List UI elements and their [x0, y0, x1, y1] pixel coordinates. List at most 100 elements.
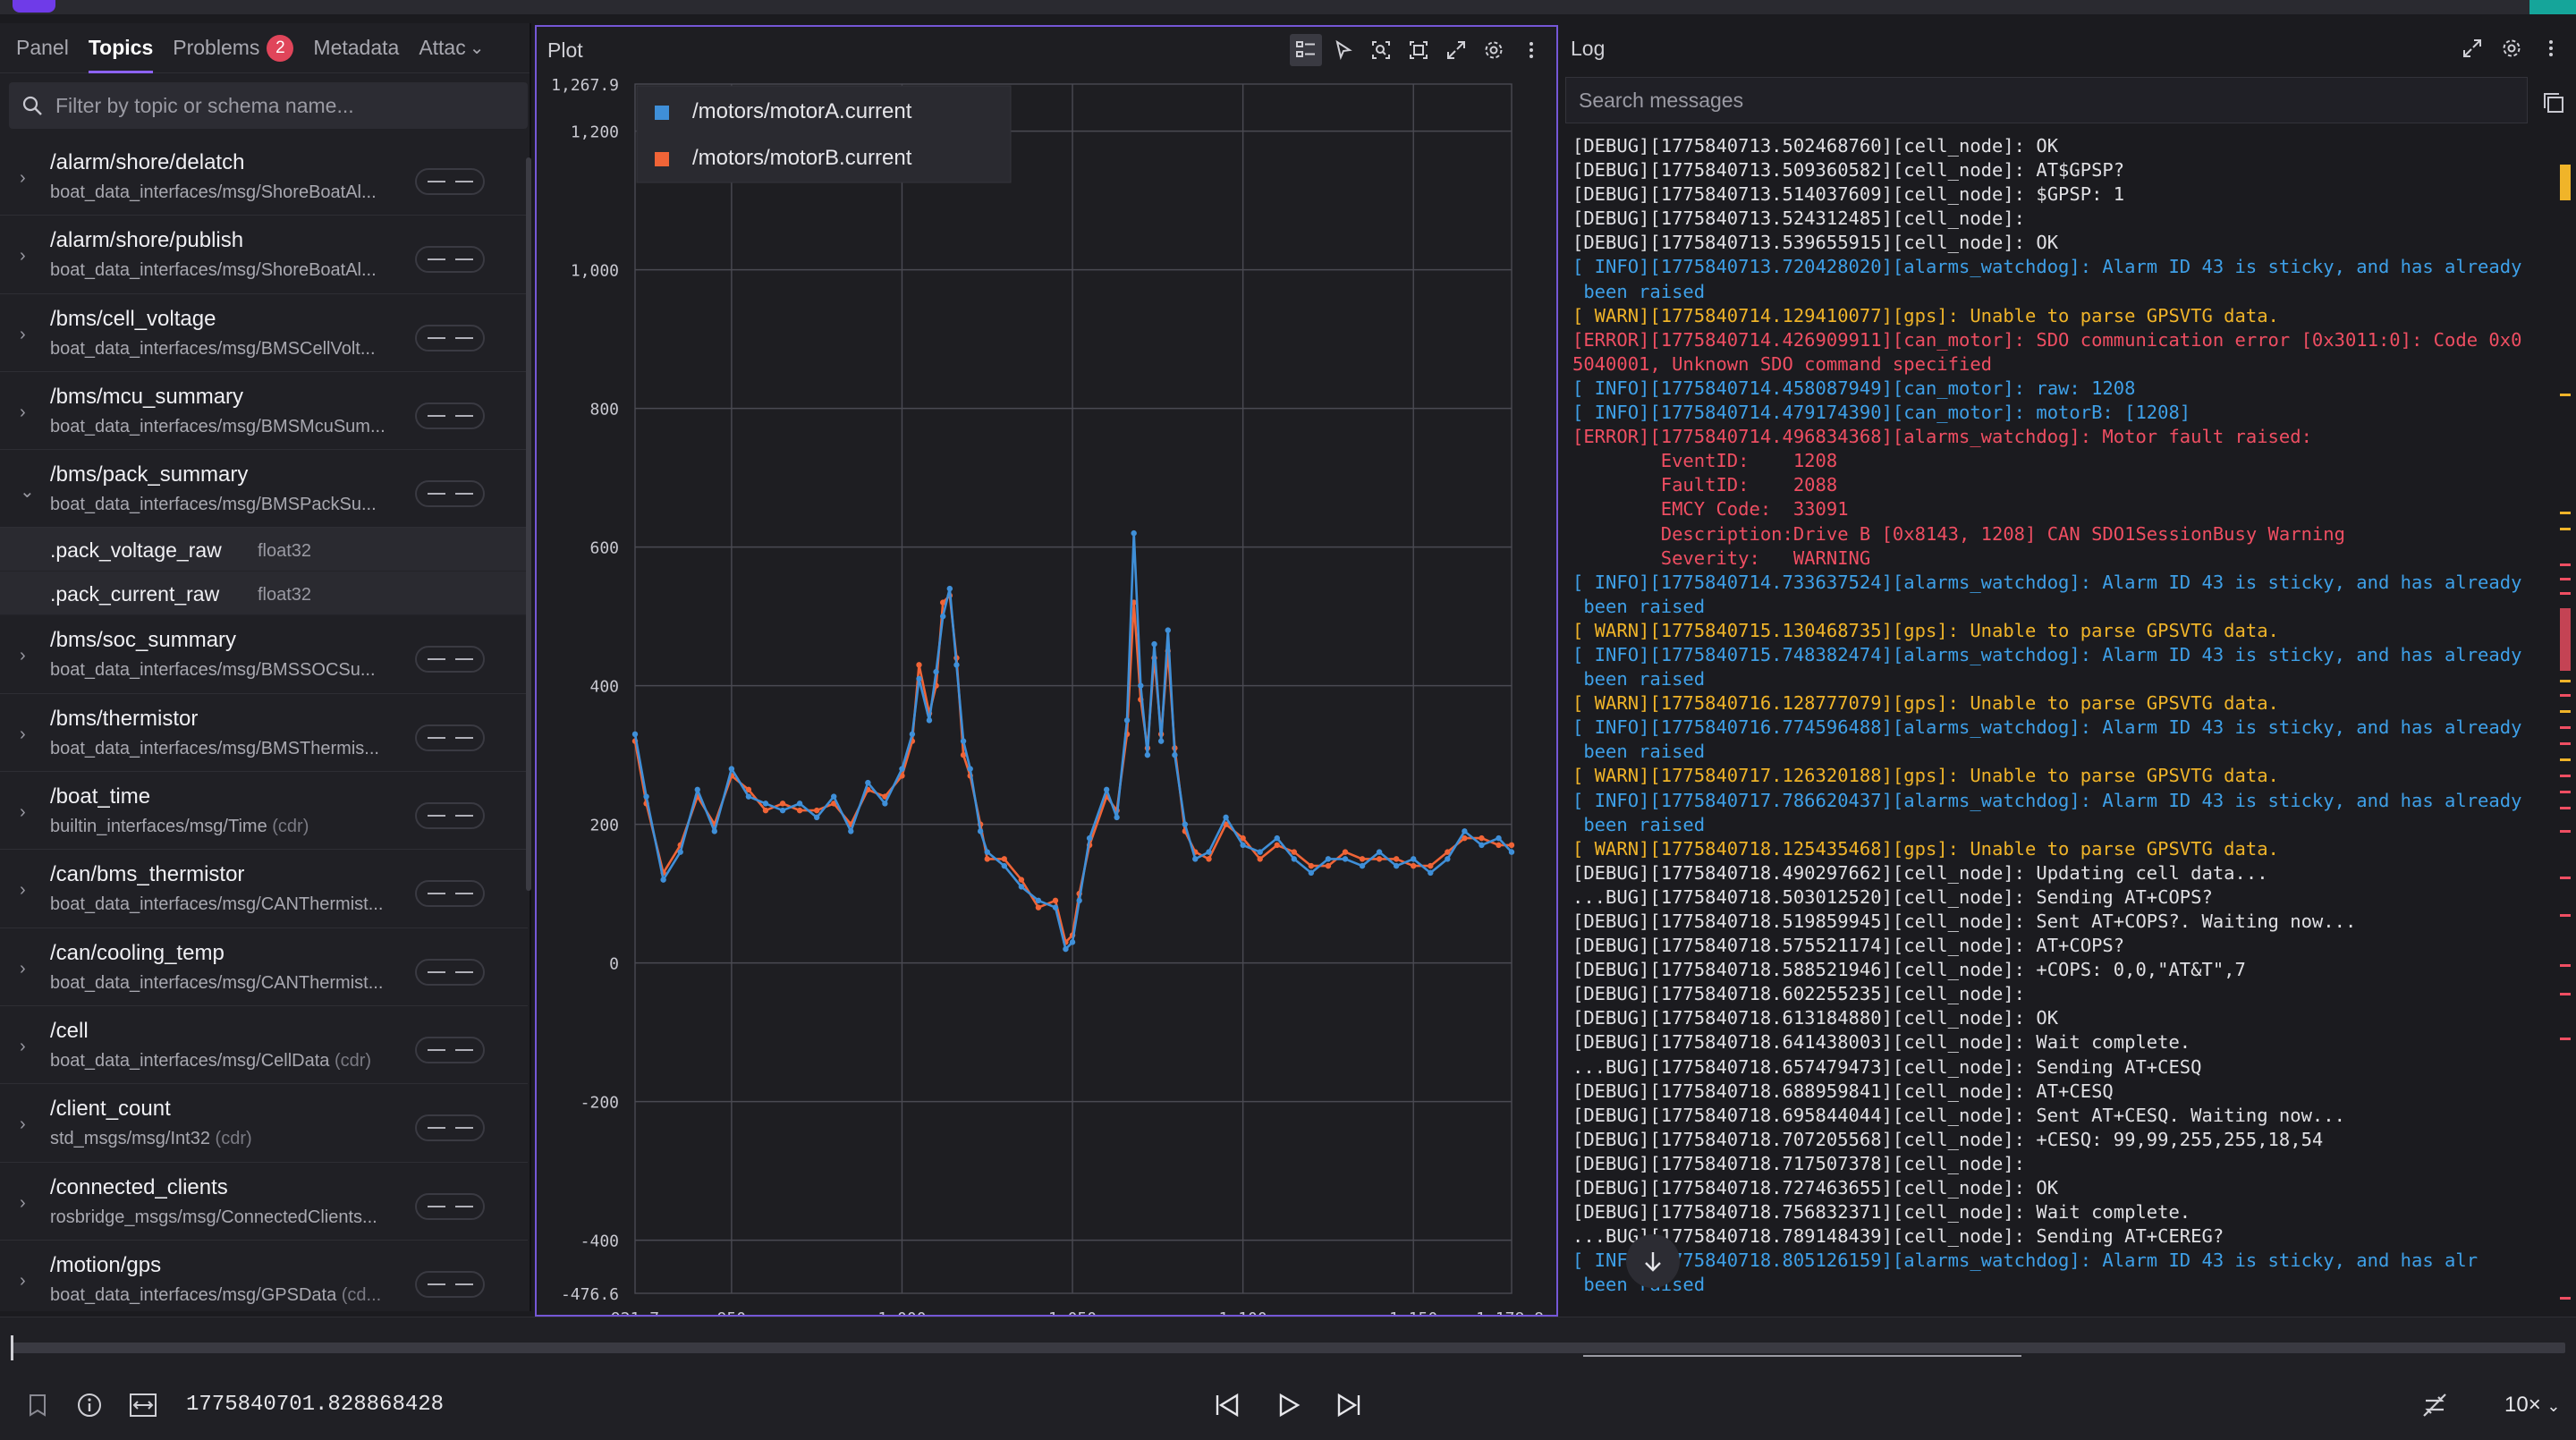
- topic-row[interactable]: ⌄ /bms/pack_summary boat_data_interfaces/m…: [0, 450, 528, 529]
- log-line[interactable]: [DEBUG][1775840718.588521946][cell_node]…: [1572, 958, 2547, 982]
- log-line[interactable]: been raised: [1572, 667, 2547, 691]
- log-line[interactable]: ...BUG][1775840718.503012520][cell_node]…: [1572, 885, 2547, 910]
- topic-visibility-toggle[interactable]: [415, 1036, 485, 1063]
- chevron-down-icon[interactable]: ⌄: [470, 37, 485, 59]
- topic-visibility-toggle[interactable]: [415, 324, 485, 352]
- log-line[interactable]: [ WARN][1775840718.125435468][gps]: Unab…: [1572, 837, 2547, 861]
- chevron-right-icon[interactable]: ›: [20, 724, 26, 745]
- zoom-icon[interactable]: [1365, 34, 1397, 66]
- log-line[interactable]: [DEBUG][1775840713.509360582][cell_node]…: [1572, 158, 2547, 182]
- log-search-input[interactable]: [1579, 88, 2509, 113]
- log-line[interactable]: been raised: [1572, 1273, 2547, 1297]
- topic-visibility-toggle[interactable]: [415, 246, 485, 274]
- fullscreen-icon[interactable]: [1440, 34, 1472, 66]
- log-line[interactable]: [ INFO][1775840718.805126159][alarms_wat…: [1572, 1249, 2547, 1273]
- log-line[interactable]: [DEBUG][1775840718.688959841][cell_node]…: [1572, 1080, 2547, 1104]
- tab-metadata[interactable]: Metadata: [309, 23, 415, 73]
- chevron-right-icon[interactable]: ›: [20, 1193, 26, 1214]
- log-line[interactable]: [ WARN][1775840717.126320188][gps]: Unab…: [1572, 764, 2547, 788]
- topic-visibility-toggle[interactable]: [415, 802, 485, 830]
- tab-panel[interactable]: Panel: [13, 23, 85, 73]
- chevron-right-icon[interactable]: ›: [20, 246, 26, 267]
- plot-chart[interactable]: 1,267.9 1,200 1,000 800 600 400 200 0 -200 -400 -4…: [537, 73, 1556, 1315]
- chevron-right-icon[interactable]: ›: [20, 1037, 26, 1057]
- topic-row[interactable]: › /alarm/shore/publish boat_data_interface…: [0, 216, 528, 294]
- chevron-right-icon[interactable]: ›: [20, 325, 26, 345]
- current-time[interactable]: 1775840701.828868428: [186, 1393, 444, 1417]
- log-line[interactable]: been raised: [1572, 595, 2547, 619]
- topic-row[interactable]: › /bms/thermistor boat_data_interfaces/msg…: [0, 694, 528, 773]
- skip-back-icon[interactable]: [1211, 1389, 1243, 1421]
- chevron-right-icon[interactable]: ›: [20, 402, 26, 423]
- log-line[interactable]: [ INFO][1775840715.748382474][alarms_wat…: [1572, 643, 2547, 667]
- pointer-icon[interactable]: [1327, 34, 1360, 66]
- fit-icon[interactable]: [1402, 34, 1435, 66]
- playback-speed[interactable]: 10× ⌄: [2504, 1393, 2560, 1418]
- log-line[interactable]: [ WARN][1775840714.129410077][gps]: Unab…: [1572, 304, 2547, 328]
- log-line[interactable]: [ WARN][1775840716.128777079][gps]: Unab…: [1572, 691, 2547, 716]
- topic-row[interactable]: › /can/bms_thermistor boat_data_interfaces…: [0, 850, 528, 928]
- log-line[interactable]: [DEBUG][1775840713.539655915][cell_node]…: [1572, 231, 2547, 255]
- log-line[interactable]: [ INFO][1775840714.479174390][can_motor]…: [1572, 401, 2547, 425]
- topic-visibility-toggle[interactable]: [415, 480, 485, 508]
- log-search[interactable]: [1565, 77, 2528, 123]
- log-line[interactable]: [ INFO][1775840713.720428020][alarms_wat…: [1572, 255, 2547, 279]
- topic-row[interactable]: › /alarm/shore/delatch boat_data_interface…: [0, 138, 528, 216]
- topic-visibility-toggle[interactable]: [415, 402, 485, 429]
- log-line[interactable]: FaultID: 2088: [1572, 473, 2547, 497]
- timeline-handle[interactable]: [11, 1335, 13, 1360]
- plot-panel[interactable]: Plot 1,267.9 1,200 1,000 800 600 400 200…: [535, 25, 1558, 1317]
- time-format-icon[interactable]: [127, 1389, 159, 1421]
- play-icon[interactable]: [1272, 1389, 1304, 1421]
- topic-row[interactable]: › /can/cooling_temp boat_data_interfaces/m…: [0, 928, 528, 1006]
- timeline-scrubber[interactable]: [13, 1343, 2565, 1353]
- log-line[interactable]: [DEBUG][1775840718.695844044][cell_node]…: [1572, 1104, 2547, 1128]
- more-icon[interactable]: [1515, 34, 1547, 66]
- topic-row[interactable]: › /bms/mcu_summary boat_data_interfaces/ms…: [0, 372, 528, 451]
- log-line[interactable]: [DEBUG][1775840713.524312485][cell_node]…: [1572, 207, 2547, 231]
- tab-attachments[interactable]: Attac ⌄: [415, 23, 500, 73]
- settings-icon[interactable]: [1478, 34, 1510, 66]
- topic-field-row[interactable]: .pack_current_raw float32: [0, 572, 528, 616]
- chevron-right-icon[interactable]: ›: [20, 646, 26, 666]
- log-line[interactable]: Severity: WARNING: [1572, 546, 2547, 571]
- topic-row[interactable]: › /cell boat_data_interfaces/msg/CellData …: [0, 1006, 528, 1085]
- chevron-right-icon[interactable]: ›: [20, 1271, 26, 1292]
- chevron-right-icon[interactable]: ›: [20, 959, 26, 979]
- topic-row[interactable]: › /connected_clients rosbridge_msgs/msg/Co…: [0, 1163, 528, 1241]
- topic-visibility-toggle[interactable]: [415, 958, 485, 986]
- chevron-down-icon[interactable]: ⌄: [20, 480, 35, 503]
- topic-filter-input[interactable]: [55, 93, 503, 118]
- log-line[interactable]: been raised: [1572, 813, 2547, 837]
- topic-row[interactable]: › /client_count std_msgs/msg/Int32 (cdr): [0, 1084, 528, 1163]
- topic-filter[interactable]: [9, 82, 528, 129]
- settings-icon[interactable]: [2496, 32, 2528, 64]
- log-line[interactable]: [ INFO][1775840714.733637524][alarms_wat…: [1572, 571, 2547, 595]
- log-line[interactable]: [DEBUG][1775840718.575521174][cell_node]…: [1572, 934, 2547, 958]
- log-line[interactable]: ...BUG][1775840718.789148439][cell_node]…: [1572, 1224, 2547, 1249]
- log-line[interactable]: [DEBUG][1775840713.514037609][cell_node]…: [1572, 182, 2547, 207]
- topic-row[interactable]: › /motion/gps boat_data_interfaces/msg/GPS…: [0, 1241, 528, 1311]
- tab-problems[interactable]: Problems 2: [169, 23, 309, 73]
- scroll-to-bottom-button[interactable]: [1626, 1234, 1680, 1288]
- account-button[interactable]: [2529, 0, 2576, 14]
- topic-visibility-toggle[interactable]: [415, 646, 485, 673]
- loop-off-icon[interactable]: [2419, 1389, 2451, 1421]
- log-line[interactable]: [DEBUG][1775840718.641438003][cell_node]…: [1572, 1030, 2547, 1055]
- log-line[interactable]: [DEBUG][1775840718.756832371][cell_node]…: [1572, 1200, 2547, 1224]
- chevron-right-icon[interactable]: ›: [20, 168, 26, 189]
- log-line[interactable]: [ INFO][1775840716.774596488][alarms_wat…: [1572, 716, 2547, 740]
- log-line[interactable]: EventID: 1208: [1572, 449, 2547, 473]
- topic-field-row[interactable]: .pack_voltage_raw float32: [0, 528, 528, 572]
- topic-visibility-toggle[interactable]: [415, 1192, 485, 1220]
- skip-forward-icon[interactable]: [1333, 1389, 1365, 1421]
- topic-visibility-toggle[interactable]: [415, 1114, 485, 1142]
- bookmark-icon[interactable]: [21, 1389, 54, 1421]
- chevron-right-icon[interactable]: ›: [20, 880, 26, 901]
- log-line[interactable]: [DEBUG][1775840718.602255235][cell_node]…: [1572, 982, 2547, 1006]
- chevron-right-icon[interactable]: ›: [20, 802, 26, 823]
- log-line[interactable]: [ INFO][1775840717.786620437][alarms_wat…: [1572, 789, 2547, 813]
- log-line[interactable]: [ERROR][1775840714.496834368][alarms_wat…: [1572, 425, 2547, 449]
- log-line[interactable]: [DEBUG][1775840718.519859945][cell_node]…: [1572, 910, 2547, 934]
- log-line[interactable]: [DEBUG][1775840713.502468760][cell_node]…: [1572, 134, 2547, 158]
